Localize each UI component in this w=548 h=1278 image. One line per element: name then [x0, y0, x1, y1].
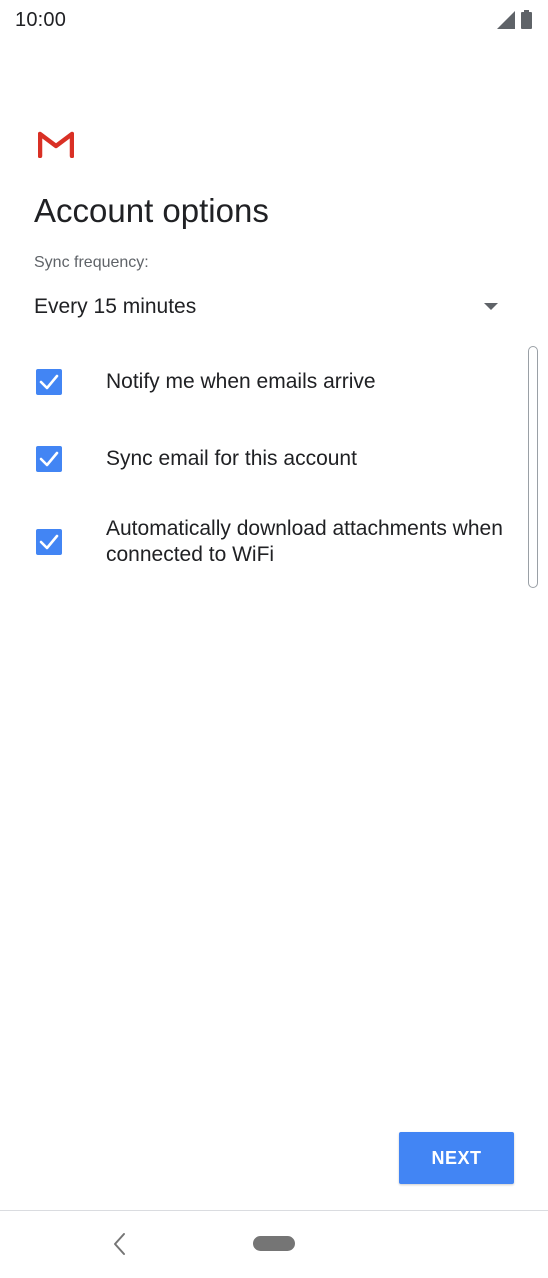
notify-checkbox[interactable]: [36, 369, 62, 395]
download-attachments-label: Automatically download attachments when …: [106, 517, 503, 566]
sync-email-checkbox[interactable]: [36, 446, 62, 472]
battery-icon: [521, 10, 532, 29]
checkmark-icon: [39, 374, 59, 390]
page-title: Account options: [34, 192, 269, 229]
sync-email-label: Sync email for this account: [106, 447, 357, 470]
notify-label: Notify me when emails arrive: [106, 370, 376, 393]
next-button[interactable]: NEXT: [399, 1132, 514, 1184]
status-time: 10:00: [15, 9, 67, 31]
dropdown-arrow-icon: [484, 303, 498, 310]
home-pill-icon[interactable]: [253, 1236, 295, 1251]
option-notify[interactable]: Notify me when emails arrive: [0, 367, 520, 397]
status-icons: [497, 10, 532, 29]
back-icon[interactable]: [108, 1231, 132, 1257]
signal-icon: [497, 11, 515, 29]
scrollbar[interactable]: [528, 346, 538, 588]
checkmark-icon: [39, 534, 59, 550]
checkmark-icon: [39, 451, 59, 467]
status-bar: 10:00: [0, 0, 548, 42]
options-list: Notify me when emails arrive Sync email …: [0, 345, 548, 590]
sync-frequency-value: Every 15 minutes: [34, 295, 197, 318]
nav-bar: [0, 1211, 548, 1278]
gmail-logo-icon: [38, 131, 74, 158]
option-download-attachments[interactable]: Automatically download attachments when …: [0, 514, 520, 570]
sync-frequency-dropdown[interactable]: Every 15 minutes: [34, 292, 504, 326]
download-attachments-checkbox[interactable]: [36, 529, 62, 555]
option-sync-email[interactable]: Sync email for this account: [0, 444, 520, 474]
sync-frequency-label: Sync frequency:: [34, 254, 149, 271]
